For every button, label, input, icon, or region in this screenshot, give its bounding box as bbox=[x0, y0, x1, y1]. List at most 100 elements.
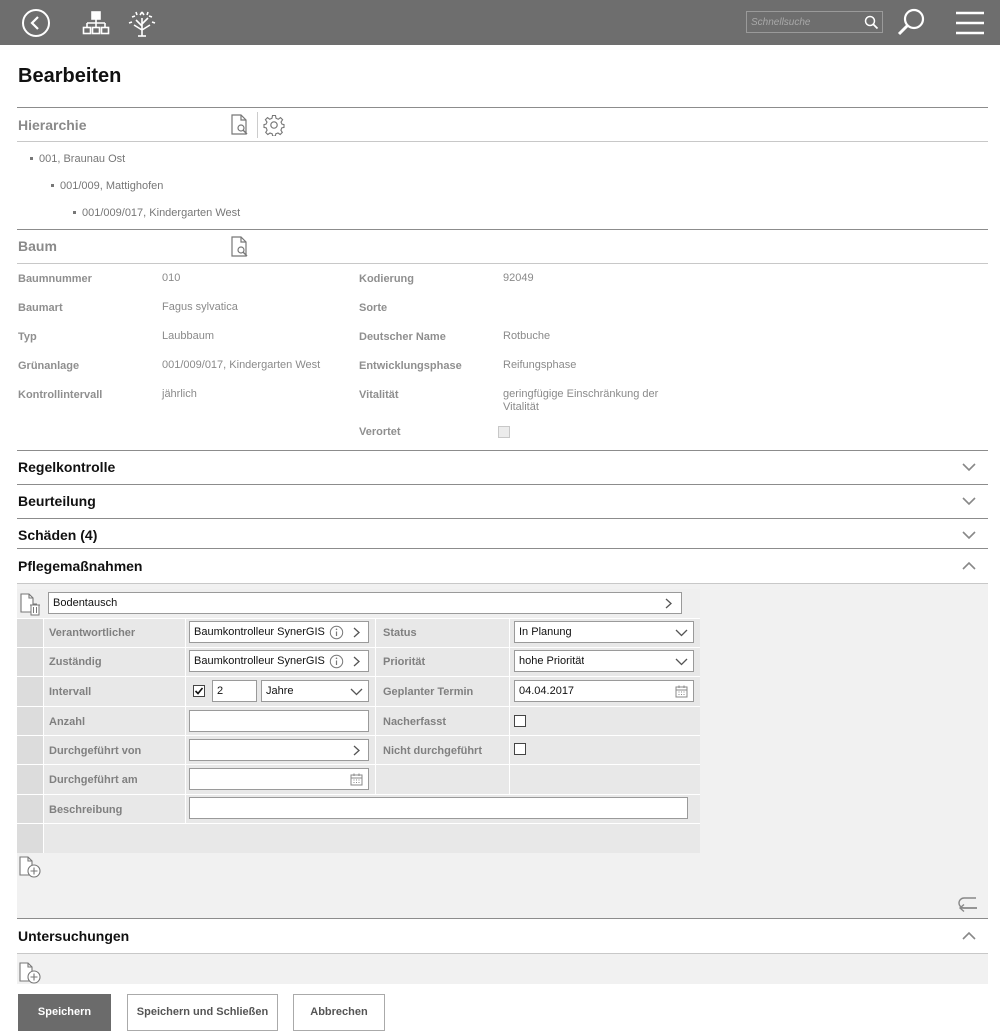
document-search-icon[interactable] bbox=[229, 114, 251, 136]
chevron-up-icon[interactable] bbox=[961, 560, 977, 572]
tree-icon[interactable] bbox=[127, 8, 157, 38]
section-title-schaeden[interactable]: Schäden (4) bbox=[18, 527, 97, 543]
chevron-down-icon[interactable] bbox=[961, 529, 977, 541]
termin-field[interactable]: 04.04.2017 bbox=[514, 680, 694, 702]
chevron-down-icon[interactable] bbox=[674, 654, 689, 669]
form-row: Intervall 2 Jahre Geplanter Termin 04.04… bbox=[17, 677, 700, 707]
zustaendig-label: Zuständig bbox=[49, 656, 102, 668]
document-delete-icon[interactable] bbox=[19, 593, 43, 617]
section-title-hierarchie: Hierarchie bbox=[18, 117, 87, 133]
prioritaet-value: hohe Priorität bbox=[519, 655, 585, 667]
intervall-unit-select[interactable]: Jahre bbox=[261, 680, 369, 702]
field-label: Deutscher Name bbox=[359, 331, 446, 343]
measure-select[interactable]: Bodentausch bbox=[48, 592, 682, 614]
intervall-label: Intervall bbox=[49, 686, 92, 698]
divider bbox=[17, 548, 988, 549]
field-label: Kontrollintervall bbox=[18, 389, 103, 401]
pflege-form: Bodentausch Verantwortlicher Baumkontrol… bbox=[17, 589, 700, 853]
info-icon[interactable] bbox=[329, 625, 344, 640]
chevron-down-icon[interactable] bbox=[349, 684, 364, 699]
form-row: Anzahl Nacherfasst bbox=[17, 707, 700, 736]
document-add-icon[interactable] bbox=[18, 962, 44, 986]
document-add-icon[interactable] bbox=[18, 856, 44, 880]
divider bbox=[17, 229, 988, 230]
nacherfasst-label: Nacherfasst bbox=[383, 716, 446, 728]
chevron-down-icon[interactable] bbox=[961, 461, 977, 473]
field-value: jährlich bbox=[162, 388, 197, 400]
form-row: Beschreibung bbox=[17, 795, 700, 824]
chevron-right-icon[interactable] bbox=[661, 596, 676, 611]
field-label: Grünanlage bbox=[18, 360, 80, 372]
chevron-right-icon[interactable] bbox=[349, 743, 364, 758]
section-title-regelkontrolle[interactable]: Regelkontrolle bbox=[18, 459, 115, 475]
section-title-beurteilung[interactable]: Beurteilung bbox=[18, 493, 96, 509]
save-button[interactable]: Speichern bbox=[18, 994, 111, 1031]
anzahl-label: Anzahl bbox=[49, 716, 86, 728]
info-icon[interactable] bbox=[329, 654, 344, 669]
gear-icon[interactable] bbox=[263, 114, 285, 136]
nacherfasst-checkbox[interactable] bbox=[514, 715, 526, 727]
field-label: Baumart bbox=[18, 302, 63, 314]
field-value: geringfügige Einschränkung der Vitalität bbox=[503, 388, 659, 413]
calendar-icon[interactable] bbox=[349, 772, 364, 787]
durchgefuehrt-am-label: Durchgeführt am bbox=[49, 774, 138, 786]
quick-search-input[interactable] bbox=[751, 14, 861, 30]
status-value: In Planung bbox=[519, 626, 572, 638]
page-title: Bearbeiten bbox=[18, 65, 122, 87]
verantwortlicher-field[interactable]: Baumkontrolleur SynerGIS bbox=[189, 621, 369, 643]
section-title-untersuchungen[interactable]: Untersuchungen bbox=[18, 928, 129, 944]
divider bbox=[17, 107, 988, 108]
divider bbox=[17, 518, 988, 519]
cancel-button[interactable]: Abbrechen bbox=[293, 994, 385, 1031]
top-bar bbox=[0, 0, 1000, 45]
return-arrow-icon[interactable] bbox=[956, 895, 980, 915]
magnifier-icon[interactable] bbox=[895, 6, 929, 40]
intervall-number-input[interactable]: 2 bbox=[212, 680, 257, 702]
field-value: Reifungsphase bbox=[503, 359, 577, 371]
chevron-up-icon[interactable] bbox=[961, 930, 977, 942]
form-row: Verantwortlicher Baumkontrolleur SynerGI… bbox=[17, 619, 700, 648]
hierarchy-item[interactable]: 001/009/017, Kindergarten West bbox=[73, 207, 240, 219]
section-title-pflegemassnahmen[interactable]: Pflegemaßnahmen bbox=[18, 558, 142, 574]
field-label: Kodierung bbox=[359, 273, 414, 285]
durchgefuehrt-am-field[interactable] bbox=[189, 768, 369, 790]
intervall-checkbox[interactable] bbox=[193, 685, 205, 697]
measure-row: Bodentausch bbox=[17, 589, 700, 619]
form-row bbox=[17, 824, 700, 853]
hierarchy-list: 001, Braunau Ost 001/009, Mattighofen 00… bbox=[17, 142, 988, 228]
back-circle-icon[interactable] bbox=[21, 8, 51, 38]
divider bbox=[257, 112, 258, 138]
hierarchy-icon[interactable] bbox=[81, 8, 111, 38]
zustaendig-field[interactable]: Baumkontrolleur SynerGIS bbox=[189, 650, 369, 672]
chevron-down-icon[interactable] bbox=[674, 625, 689, 640]
document-search-icon[interactable] bbox=[229, 236, 251, 258]
field-label: Verortet bbox=[359, 426, 401, 438]
field-value: 92049 bbox=[503, 272, 534, 284]
chevron-down-icon[interactable] bbox=[961, 495, 977, 507]
calendar-icon[interactable] bbox=[674, 684, 689, 699]
durchgefuehrt-von-field[interactable] bbox=[189, 739, 369, 761]
nicht-durchgefuehrt-checkbox[interactable] bbox=[514, 743, 526, 755]
quick-search-box[interactable] bbox=[746, 11, 883, 33]
hamburger-menu-icon[interactable] bbox=[954, 8, 986, 38]
form-row: Durchgeführt von Nicht durchgeführt bbox=[17, 736, 700, 765]
intervall-number: 2 bbox=[217, 685, 224, 697]
chevron-right-icon[interactable] bbox=[349, 654, 364, 669]
quick-search-icon[interactable] bbox=[864, 15, 879, 30]
hierarchy-item[interactable]: 001/009, Mattighofen bbox=[51, 180, 163, 192]
located-checkbox bbox=[498, 426, 510, 438]
prioritaet-select[interactable]: hohe Priorität bbox=[514, 650, 694, 672]
field-value: 001/009/017, Kindergarten West bbox=[162, 359, 321, 371]
beschreibung-input[interactable] bbox=[189, 797, 688, 819]
hierarchy-item[interactable]: 001, Braunau Ost bbox=[30, 153, 125, 165]
chevron-right-icon[interactable] bbox=[349, 625, 364, 640]
termin-label: Geplanter Termin bbox=[383, 686, 474, 698]
field-value: Laubbaum bbox=[162, 330, 214, 342]
save-and-close-button[interactable]: Speichern und Schließen bbox=[127, 994, 278, 1031]
divider bbox=[17, 263, 988, 264]
anzahl-input[interactable] bbox=[189, 710, 369, 732]
status-select[interactable]: In Planung bbox=[514, 621, 694, 643]
measure-value: Bodentausch bbox=[53, 597, 118, 609]
prioritaet-label: Priorität bbox=[383, 656, 426, 668]
nicht-durchgefuehrt-label: Nicht durchgeführt bbox=[383, 745, 482, 757]
